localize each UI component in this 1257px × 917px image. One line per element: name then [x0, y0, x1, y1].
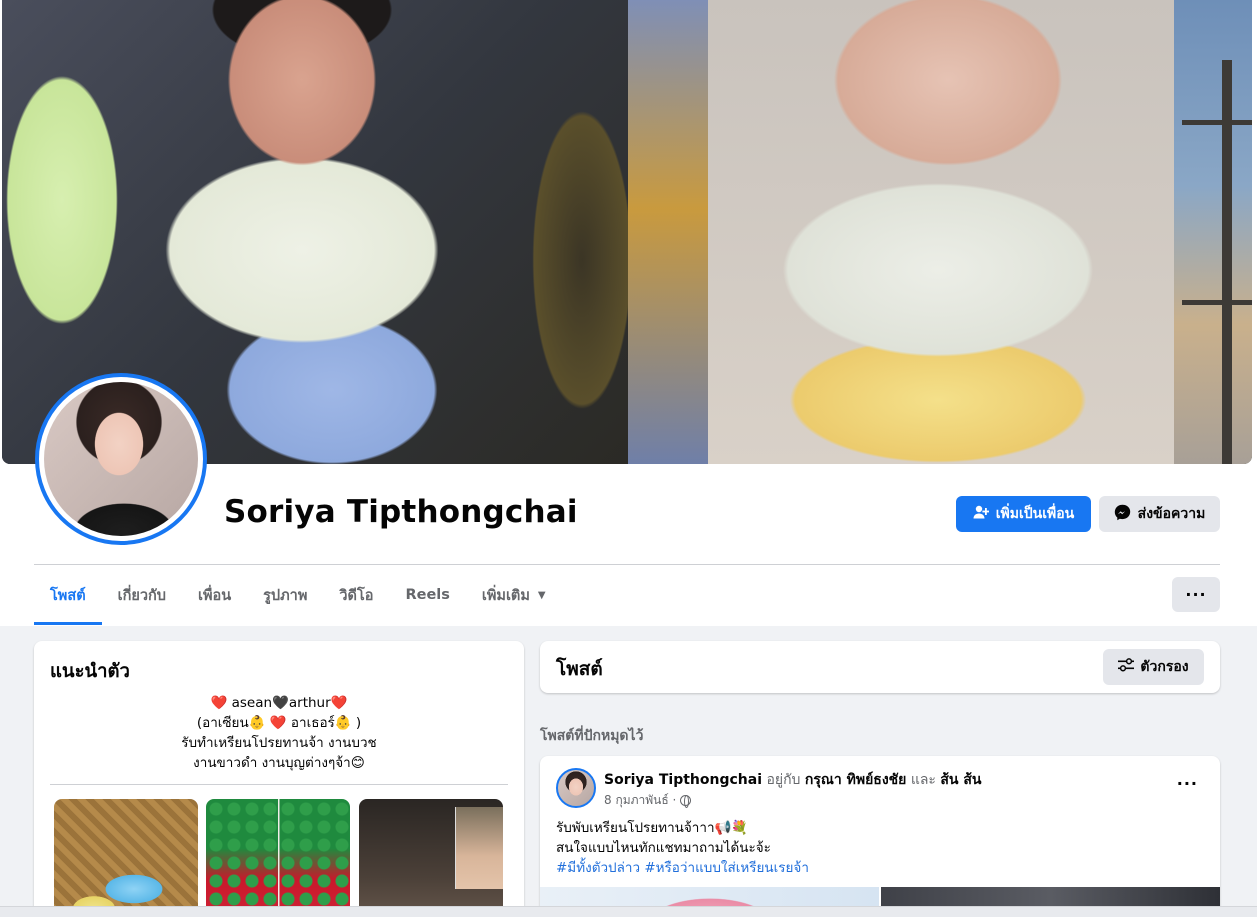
post-text: รับพับเหรียนโปรยทานจ้าาา📢💐 สนใจแบบไหนทัก… — [556, 818, 809, 878]
post-text-line: รับพับเหรียนโปรยทานจ้าาา📢💐 — [556, 820, 749, 836]
post-text-line: สนใจแบบไหนทักแชทมาถามได้นะจ้ะ — [556, 840, 771, 856]
globe-icon — [680, 795, 692, 808]
tab-label: โพสต์ — [50, 587, 86, 604]
post-author-avatar[interactable] — [556, 768, 596, 808]
profile-more-options-button[interactable]: ··· — [1172, 577, 1220, 612]
post-meta: 8 กุมภาพันธ์ · — [604, 791, 692, 810]
post-tagged-user-link[interactable]: กรุณา ทิพย์ธงชัย — [805, 772, 906, 788]
bio-line: รับทำเหรียนโปรยทานจ้า งานบวช — [181, 735, 377, 751]
filter-label: ตัวกรอง — [1140, 659, 1189, 675]
intro-bio: ❤️ asean🖤arthur❤️ (อาเซียน👶 ❤️ อาเธอร์👶 … — [50, 693, 508, 773]
bio-line: (อาเซียน👶 ❤️ อาเธอร์👶 ) — [196, 715, 362, 731]
intro-divider — [50, 784, 508, 785]
filter-sliders-icon — [1118, 658, 1135, 676]
filter-button[interactable]: ตัวกรอง — [1103, 649, 1204, 685]
add-friend-icon — [973, 504, 990, 524]
featured-photo-inset — [455, 807, 503, 889]
post-header: Soriya Tipthongchai อยู่กับ กรุณา ทิพย์ธ… — [604, 769, 982, 791]
bio-line: ❤️ asean🖤arthur❤️ — [210, 695, 348, 711]
post-with-text: อยู่กับ — [766, 772, 801, 788]
cover-photo-right-baby — [708, 0, 1174, 464]
tab-label: Reels — [405, 587, 450, 603]
intro-title: แนะนำตัว — [50, 661, 130, 682]
tab-about[interactable]: เกี่ยวกับ — [102, 565, 182, 625]
tab-posts[interactable]: โพสต์ — [34, 565, 102, 625]
caret-down-icon: ▼ — [537, 589, 546, 601]
profile-header: Soriya Tipthongchai เพิ่มเป็นเพื่อน ส่งข… — [0, 0, 1257, 626]
post-author-link[interactable]: Soriya Tipthongchai — [604, 772, 762, 788]
utility-pole-crossbar — [1182, 120, 1252, 125]
profile-name: Soriya Tipthongchai — [224, 494, 578, 530]
add-friend-label: เพิ่มเป็นเพื่อน — [995, 506, 1075, 522]
cover-photo-collage-strip — [628, 0, 708, 464]
bio-line: งานขาวดำ งานบุญต่างๆจ้า😊 — [193, 755, 365, 771]
tab-photos[interactable]: รูปภาพ — [247, 565, 323, 625]
post-hashtags[interactable]: #มีทั้งตัวปล่าว #หรือว่าแบบใส่เหรียนเรยจ… — [556, 858, 809, 878]
profile-avatar[interactable] — [44, 382, 198, 536]
post-and-text: และ — [910, 772, 936, 788]
tab-label: เกี่ยวกับ — [117, 587, 166, 604]
intro-card: แนะนำตัว ❤️ asean🖤arthur❤️ (อาเซียน👶 ❤️ … — [34, 641, 524, 917]
tab-label: เพิ่มเติม — [481, 587, 530, 604]
pinned-post: Soriya Tipthongchai อยู่กับ กรุณา ทิพย์ธ… — [540, 756, 1220, 917]
posts-header-card: โพสต์ ตัวกรอง — [540, 641, 1220, 693]
featured-photo[interactable] — [359, 799, 503, 917]
messenger-icon — [1114, 504, 1131, 525]
tab-reels[interactable]: Reels — [389, 565, 465, 625]
pinned-posts-label: โพสต์ที่ปักหมุดไว้ — [540, 728, 644, 744]
featured-photo[interactable] — [54, 799, 198, 917]
tab-label: วิดีโอ — [339, 587, 374, 604]
tab-label: เพื่อน — [197, 587, 232, 604]
add-friend-button[interactable]: เพิ่มเป็นเพื่อน — [956, 496, 1091, 532]
posts-title: โพสต์ — [556, 658, 603, 680]
tab-more[interactable]: เพิ่มเติม ▼ — [466, 565, 562, 625]
tab-label: รูปภาพ — [263, 587, 308, 604]
message-button[interactable]: ส่งข้อความ — [1099, 496, 1220, 532]
message-label: ส่งข้อความ — [1137, 506, 1206, 522]
cover-photo-sky — [1174, 0, 1252, 464]
post-tagged-user-link[interactable]: ส้น ส้น — [940, 772, 981, 788]
tab-videos[interactable]: วิดีโอ — [323, 565, 389, 625]
bottom-edge-strip — [0, 906, 1257, 917]
profile-tabs: โพสต์ เกี่ยวกับ เพื่อน รูปภาพ วิดีโอ Ree… — [34, 565, 562, 625]
tab-friends[interactable]: เพื่อน — [182, 565, 247, 625]
post-options-button[interactable]: ··· — [1177, 774, 1198, 793]
utility-pole-crossbar — [1182, 300, 1252, 305]
featured-photo[interactable] — [206, 799, 350, 917]
cover-photo[interactable] — [2, 0, 1252, 464]
post-date-link[interactable]: 8 กุมภาพันธ์ · — [604, 791, 676, 810]
